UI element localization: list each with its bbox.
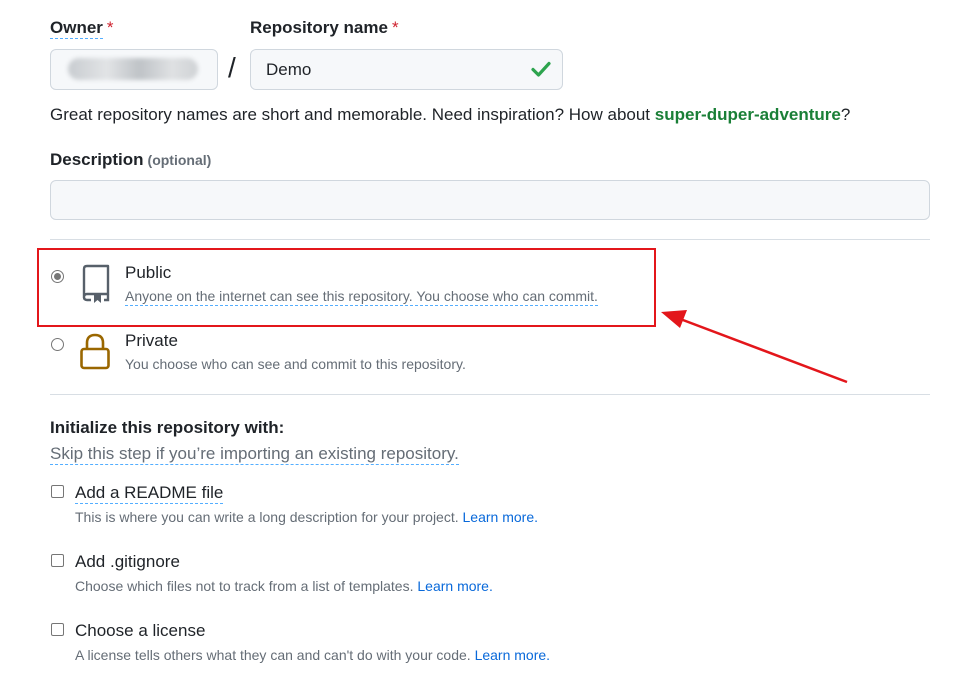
readme-desc: This is where you can write a long descr…	[75, 509, 538, 525]
owner-label: Owner *	[50, 18, 114, 39]
owner-avatar-redacted	[68, 58, 198, 80]
license-checkbox[interactable]	[51, 623, 64, 636]
license-learn-more-link[interactable]: Learn more.	[475, 647, 550, 663]
private-desc: You choose who can see and commit to thi…	[125, 356, 466, 372]
private-title: Private	[125, 331, 178, 350]
gitignore-title: Add .gitignore	[75, 552, 180, 571]
license-title: Choose a license	[75, 621, 206, 640]
description-input[interactable]	[50, 180, 930, 220]
init-subtitle: Skip this step if you’re importing an ex…	[50, 444, 459, 465]
init-title: Initialize this repository with:	[50, 418, 285, 437]
repo-name-hint: Great repository names are short and mem…	[50, 105, 851, 124]
repo-name-label: Repository name *	[250, 18, 399, 37]
path-separator: /	[228, 52, 236, 83]
highlight-box	[37, 248, 656, 327]
readme-learn-more-link[interactable]: Learn more.	[463, 509, 538, 525]
suggested-name-link[interactable]: super-duper-adventure	[655, 105, 841, 124]
gitignore-desc: Choose which files not to track from a l…	[75, 578, 493, 594]
check-icon	[531, 61, 551, 77]
license-desc: A license tells others what they can and…	[75, 647, 551, 663]
divider	[50, 394, 930, 395]
gitignore-learn-more-link[interactable]: Learn more.	[417, 578, 492, 594]
private-radio[interactable]	[51, 338, 64, 351]
description-label: Description (optional)	[50, 150, 212, 169]
gitignore-checkbox[interactable]	[51, 554, 64, 567]
readme-checkbox[interactable]	[51, 485, 64, 498]
annotation-arrow	[661, 310, 848, 384]
divider	[50, 239, 930, 240]
lock-icon	[80, 333, 110, 370]
readme-title: Add a README file	[75, 483, 224, 504]
repo-name-input[interactable]: Demo	[250, 49, 563, 90]
